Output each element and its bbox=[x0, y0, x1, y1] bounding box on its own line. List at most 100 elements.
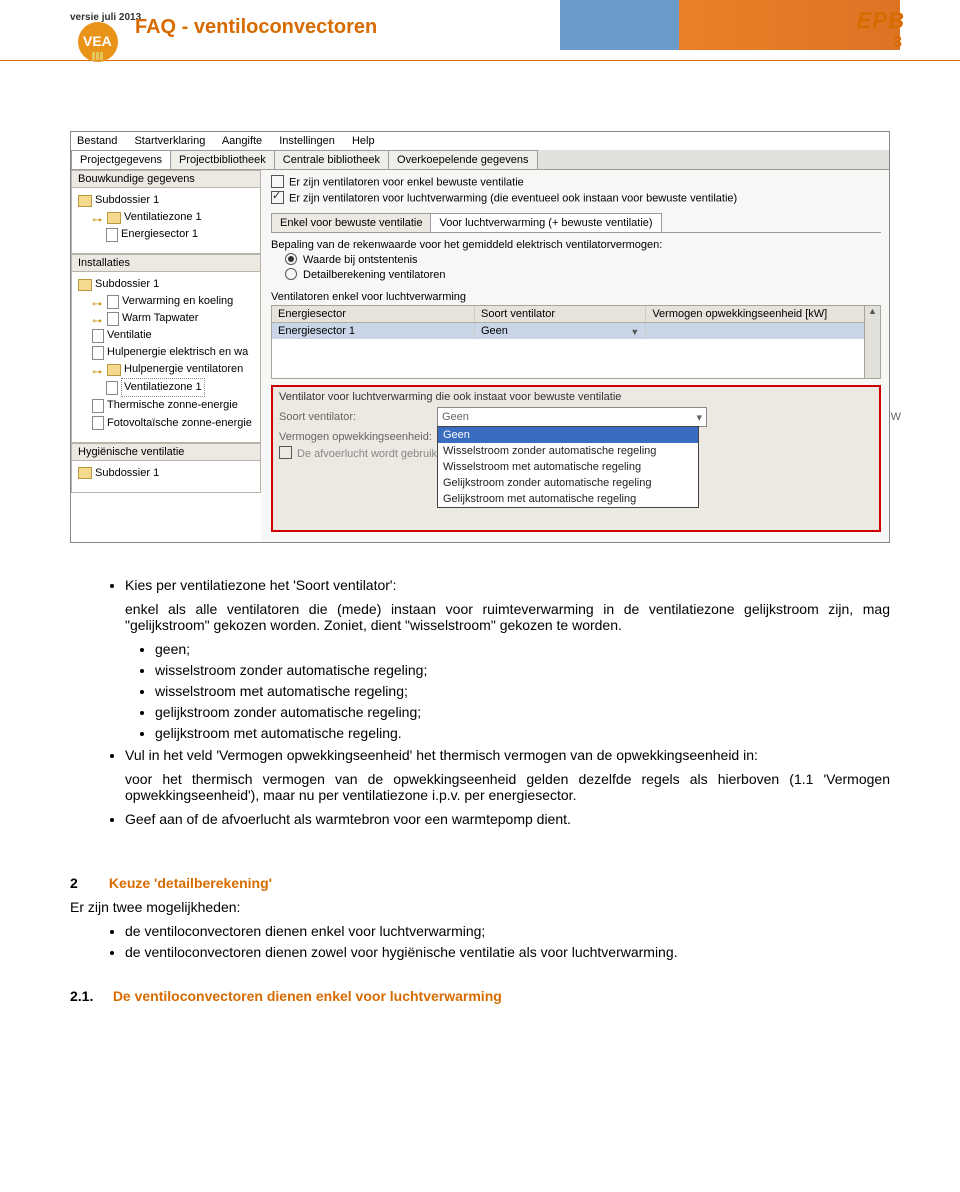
menu-startverklaring[interactable]: Startverklaring bbox=[134, 135, 205, 147]
tab-centrale-bibliotheek[interactable]: Centrale bibliotheek bbox=[274, 150, 389, 169]
soort-dropdown[interactable]: Geen ▾ bbox=[437, 407, 707, 427]
tree-item[interactable]: Fotovoltaïsche zonne-energie bbox=[76, 415, 256, 432]
section-2-heading: 2 Keuze 'detailberekening' bbox=[70, 875, 890, 891]
tree-item[interactable]: Hulpenergie elektrisch en wa bbox=[76, 344, 256, 361]
dropdown-option[interactable]: Wisselstroom zonder automatische regelin… bbox=[438, 443, 698, 459]
epb-label: EPB bbox=[857, 8, 905, 34]
tree-energiesector[interactable]: Energiesector 1 bbox=[76, 226, 256, 243]
checkbox-icon[interactable] bbox=[279, 446, 292, 459]
subtab-luchtverwarming[interactable]: Voor luchtverwarming (+ bewuste ventilat… bbox=[430, 213, 661, 232]
checkbox-icon[interactable] bbox=[271, 175, 284, 188]
folder-icon bbox=[107, 212, 121, 224]
tree-label: Subdossier 1 bbox=[95, 276, 159, 293]
dropdown-option[interactable]: Geen bbox=[438, 427, 698, 443]
scroll-up-icon[interactable]: ▲ bbox=[865, 306, 880, 316]
page-icon bbox=[92, 346, 104, 360]
radio-icon[interactable] bbox=[285, 253, 297, 265]
logo-text: VEA bbox=[83, 33, 112, 49]
scrollbar[interactable]: ▲ bbox=[864, 306, 880, 378]
ventilator-table: Energiesector Soort ventilator Vermogen … bbox=[271, 305, 881, 379]
checkbox-row-1[interactable]: Er zijn ventilatoren voor enkel bewuste … bbox=[271, 176, 881, 189]
menubar[interactable]: Bestand Startverklaring Aangifte Instell… bbox=[71, 132, 889, 150]
table-header: Energiesector Soort ventilator Vermogen … bbox=[272, 306, 880, 323]
cell-soort-dropdown[interactable]: Geen bbox=[475, 323, 646, 339]
col-vermogen: Vermogen opwekkingseenheid [kW] bbox=[646, 306, 880, 322]
list-item: de ventiloconvectoren dienen zowel voor … bbox=[125, 944, 890, 960]
radio-icon[interactable] bbox=[285, 268, 297, 280]
radio-label: Detailberekening ventilatoren bbox=[303, 269, 445, 281]
dropdown-option[interactable]: Wisselstroom met automatische regeling bbox=[438, 459, 698, 475]
dropdown-value: Geen bbox=[442, 411, 469, 423]
left-panel: Bouwkundige gegevens Subdossier 1 ⊶Venti… bbox=[71, 170, 261, 542]
text: Kies per ventilatiezone het 'Soort venti… bbox=[125, 577, 890, 593]
page-icon bbox=[92, 416, 104, 430]
redbox-section: Ventilator voor luchtverwarming die ook … bbox=[271, 385, 881, 532]
soort-label: Soort ventilator: bbox=[279, 411, 437, 423]
tree-label: Ventilatiezone 1 bbox=[121, 378, 205, 397]
tree-item[interactable]: ⊶Warm Tapwater bbox=[76, 310, 256, 327]
subtabs: Enkel voor bewuste ventilatie Voor lucht… bbox=[271, 213, 881, 233]
table-row[interactable]: Energiesector 1 Geen bbox=[272, 323, 880, 339]
tab-projectgegevens[interactable]: Projectgegevens bbox=[71, 150, 171, 169]
key-icon: ⊶ bbox=[92, 365, 104, 375]
tree-label: Fotovoltaïsche zonne-energie bbox=[107, 415, 252, 432]
col-energiesector: Energiesector bbox=[272, 306, 475, 322]
header-decorative-image bbox=[560, 0, 900, 50]
radio-label: Waarde bij ontstentenis bbox=[303, 254, 418, 266]
calc-label: Bepaling van de rekenwaarde voor het gem… bbox=[271, 239, 881, 251]
app-screenshot: Bestand Startverklaring Aangifte Instell… bbox=[70, 131, 890, 543]
tree-item[interactable]: ⊶Hulpenergie ventilatoren bbox=[76, 361, 256, 378]
menu-instellingen[interactable]: Instellingen bbox=[279, 135, 335, 147]
folder-icon bbox=[78, 195, 92, 207]
section-number: 2 bbox=[70, 875, 78, 891]
table-title: Ventilatoren enkel voor luchtverwarming bbox=[271, 291, 881, 303]
afvoer-label: De afvoerlucht wordt gebruikt als bbox=[297, 448, 457, 460]
unit-label: W bbox=[891, 411, 901, 423]
tree-item[interactable]: Subdossier 1 bbox=[76, 465, 256, 482]
tree-item[interactable]: Subdossier 1 bbox=[76, 276, 256, 293]
tree-subdossier[interactable]: Subdossier 1 bbox=[76, 192, 256, 209]
section-intro: Er zijn twee mogelijkheden: bbox=[70, 899, 890, 915]
tree-item[interactable]: Thermische zonne-energie bbox=[76, 397, 256, 414]
section-title: Keuze 'detailberekening' bbox=[109, 875, 272, 891]
page-icon bbox=[92, 399, 104, 413]
tree-item[interactable]: ⊶Verwarming en koeling bbox=[76, 293, 256, 310]
page-icon bbox=[107, 295, 119, 309]
radio-row-a[interactable]: Waarde bij ontstentenis bbox=[285, 254, 881, 266]
dropdown-option[interactable]: Gelijkstroom met automatische regeling bbox=[438, 491, 698, 507]
tab-projectbibliotheek[interactable]: Projectbibliotheek bbox=[170, 150, 275, 169]
tree-ventilatiezone[interactable]: ⊶Ventilatiezone 1 bbox=[76, 209, 256, 226]
checkbox-label: Er zijn ventilatoren voor luchtverwarmin… bbox=[289, 192, 737, 204]
tab-overkoepelende[interactable]: Overkoepelende gegevens bbox=[388, 150, 537, 169]
cell-energiesector: Energiesector 1 bbox=[272, 323, 475, 339]
list-item: Kies per ventilatiezone het 'Soort venti… bbox=[125, 577, 890, 633]
folder-icon bbox=[107, 364, 121, 376]
page-number: 3 bbox=[893, 34, 902, 52]
main-tabs: Projectgegevens Projectbibliotheek Centr… bbox=[71, 150, 889, 170]
dropdown-option[interactable]: Gelijkstroom zonder automatische regelin… bbox=[438, 475, 698, 491]
tree-label: Ventilatie bbox=[107, 327, 152, 344]
panel-hygienische[interactable]: Hygiënische ventilatie bbox=[71, 443, 261, 461]
radio-row-b[interactable]: Detailberekening ventilatoren bbox=[285, 269, 881, 281]
tree-installaties: Subdossier 1 ⊶Verwarming en koeling ⊶War… bbox=[71, 272, 261, 442]
cell-vermogen bbox=[646, 323, 880, 339]
tree-item[interactable]: Ventilatie bbox=[76, 327, 256, 344]
list-item: Geef aan of de afvoerlucht als warmtebro… bbox=[125, 811, 890, 827]
logo-bars-icon bbox=[92, 49, 104, 63]
key-icon: ⊶ bbox=[92, 314, 104, 324]
soort-dropdown-menu[interactable]: Geen Wisselstroom zonder automatische re… bbox=[437, 426, 699, 508]
tree-label: Hulpenergie elektrisch en wa bbox=[107, 344, 248, 361]
tree-item-selected[interactable]: Ventilatiezone 1 bbox=[76, 378, 256, 397]
key-icon: ⊶ bbox=[92, 213, 104, 223]
panel-bouwkundige[interactable]: Bouwkundige gegevens bbox=[71, 170, 261, 188]
list-item: de ventiloconvectoren dienen enkel voor … bbox=[125, 923, 890, 939]
menu-aangifte[interactable]: Aangifte bbox=[222, 135, 262, 147]
key-icon: ⊶ bbox=[92, 297, 104, 307]
checkbox-row-2[interactable]: Er zijn ventilatoren voor luchtverwarmin… bbox=[271, 192, 881, 205]
menu-bestand[interactable]: Bestand bbox=[77, 135, 117, 147]
menu-help[interactable]: Help bbox=[352, 135, 375, 147]
panel-installaties[interactable]: Installaties bbox=[71, 254, 261, 272]
vermogen-label: Vermogen opwekkingseenheid: bbox=[279, 431, 437, 443]
subtab-bewuste[interactable]: Enkel voor bewuste ventilatie bbox=[271, 213, 431, 232]
checkbox-icon[interactable] bbox=[271, 191, 284, 204]
